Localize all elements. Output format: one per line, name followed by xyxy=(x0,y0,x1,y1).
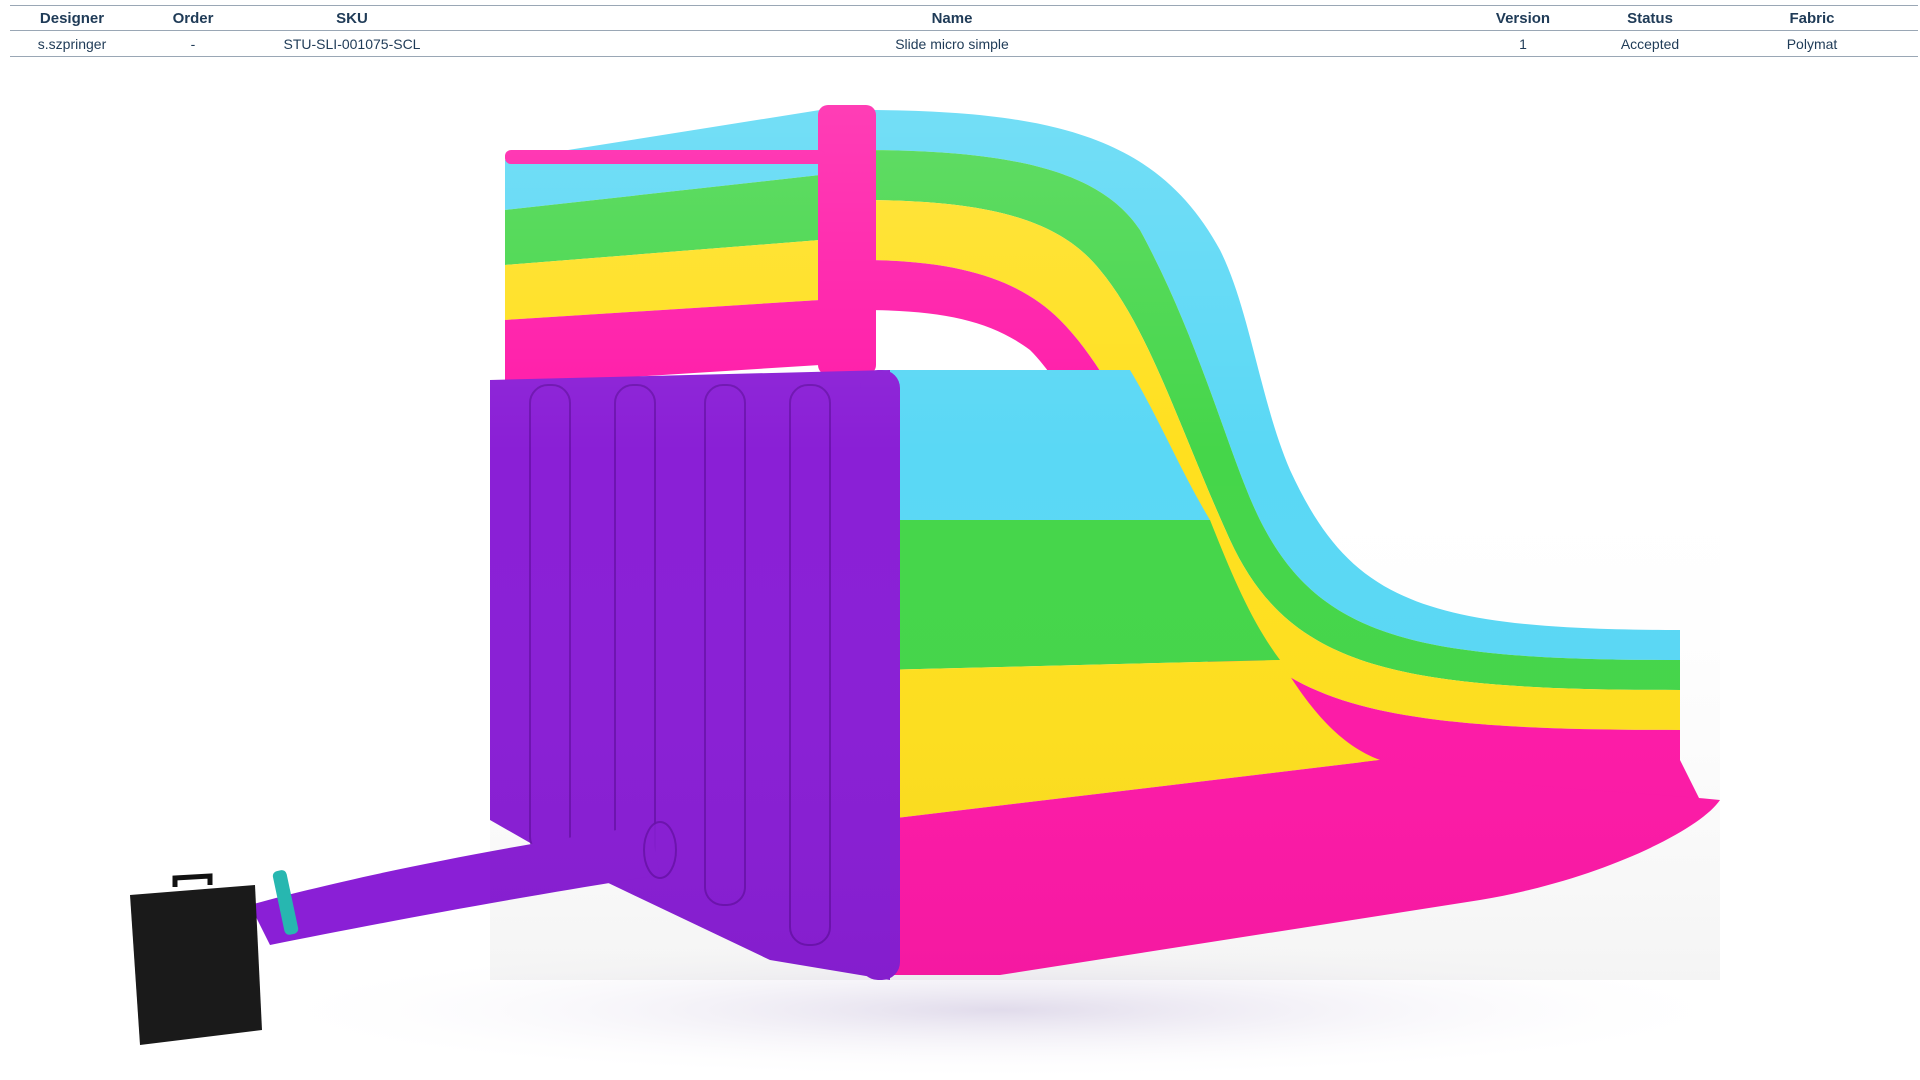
table-row: s.szpringer - STU-SLI-001075-SCL Slide m… xyxy=(10,30,1918,57)
cell-version: 1 xyxy=(1452,30,1594,57)
col-fabric: Fabric xyxy=(1706,5,1918,31)
cell-fabric: Polymat xyxy=(1706,30,1918,57)
cell-status: Accepted xyxy=(1594,30,1706,57)
col-designer: Designer xyxy=(10,5,134,31)
col-order: Order xyxy=(134,5,252,31)
cell-sku: STU-SLI-001075-SCL xyxy=(252,30,452,57)
col-status: Status xyxy=(1594,5,1706,31)
slide-render xyxy=(130,100,1760,1080)
col-sku: SKU xyxy=(252,5,452,31)
gloss-overlay xyxy=(490,100,1720,980)
col-name: Name xyxy=(452,5,1452,31)
spec-table: Designer Order SKU Name Version Status F… xyxy=(10,5,1918,57)
blower-unit xyxy=(130,873,262,1045)
cell-order: - xyxy=(134,30,252,57)
cell-name: Slide micro simple xyxy=(452,30,1452,57)
table-header-row: Designer Order SKU Name Version Status F… xyxy=(10,5,1918,31)
cell-designer: s.szpringer xyxy=(10,30,134,57)
col-version: Version xyxy=(1452,5,1594,31)
